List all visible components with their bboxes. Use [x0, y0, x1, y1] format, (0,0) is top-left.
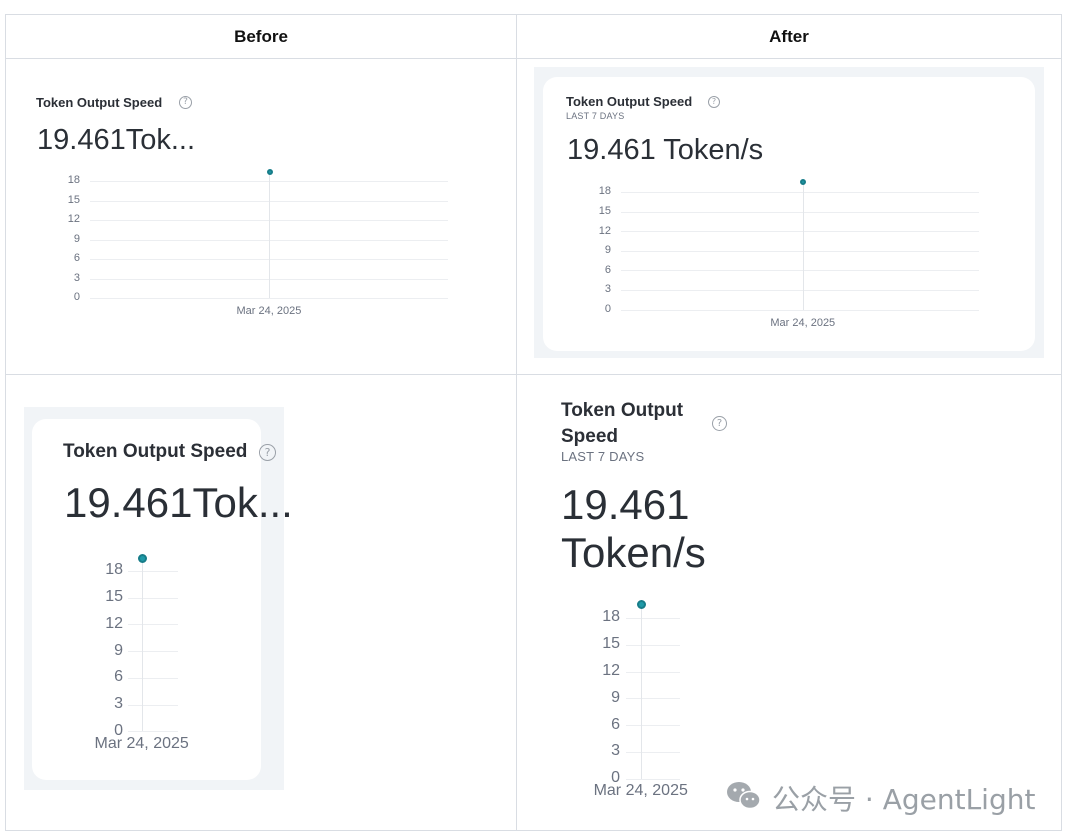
y-gridline — [128, 651, 178, 653]
y-tick-label: 15 — [602, 635, 620, 653]
y-tick-label: 9 — [611, 688, 620, 706]
header-before: Before — [234, 27, 288, 46]
widget-subtitle: LAST 7 DAYS — [561, 449, 645, 464]
metric-value-line-2: Token/s — [561, 529, 706, 576]
y-tick-label: 6 — [604, 263, 611, 276]
widget-card: Token Output Speed ? 19.461Tok... 18 15 12… — [32, 419, 293, 780]
y-tick-label: 18 — [598, 185, 611, 198]
y-gridline — [626, 698, 680, 700]
y-tick-label: 9 — [604, 244, 611, 257]
help-icon[interactable]: ? — [179, 96, 192, 109]
chart-area: 18 15 12 9 6 3 0 Mar 24, 2025 — [584, 600, 749, 810]
y-tick-label: 3 — [611, 742, 620, 760]
point-stem-line — [802, 182, 804, 310]
y-tick-label: 12 — [602, 662, 620, 679]
help-icon[interactable]: ? — [708, 96, 720, 108]
y-gridline — [626, 752, 680, 753]
widget-title-line-1: Token Output — [561, 400, 684, 421]
y-tick-label: 3 — [114, 694, 123, 712]
table-border-mid — [5, 374, 1062, 375]
chart-area: 18 15 12 9 6 3 0 Mar 24, 2025 — [579, 179, 989, 337]
y-gridline — [128, 597, 178, 599]
y-tick-label: 0 — [73, 291, 80, 304]
y-gridline — [128, 704, 178, 706]
y-tick-label: 15 — [598, 205, 611, 217]
y-tick-label: 15 — [105, 588, 123, 606]
data-point[interactable] — [800, 179, 807, 186]
widget-subtitle: LAST 7 DAYS — [566, 111, 625, 121]
header-after: After — [769, 27, 809, 46]
y-tick-label: 12 — [105, 614, 123, 632]
help-icon[interactable]: ? — [259, 444, 276, 461]
y-gridline — [90, 298, 448, 299]
help-icon[interactable]: ? — [712, 416, 727, 431]
y-tick-label: 9 — [114, 641, 123, 659]
y-tick-label: 12 — [67, 213, 80, 226]
table-border-bottom — [5, 830, 1062, 831]
panel-after-wide-bg: Token Output Speed ? LAST 7 DAYS 19.461 … — [534, 67, 1044, 358]
y-tick-label: 6 — [73, 252, 80, 265]
table-border-top — [5, 14, 1062, 15]
data-point[interactable] — [137, 553, 147, 563]
panel-before-narrow-bg: Token Output Speed ? 19.461Tok... 18 15 12… — [24, 407, 293, 790]
y-gridline — [626, 618, 680, 619]
y-tick-label: 3 — [73, 271, 80, 284]
y-gridline — [626, 778, 680, 780]
y-gridline — [128, 677, 178, 679]
table-border-center — [516, 14, 517, 831]
panel-after-narrow: Token Output Speed ? LAST 7 DAYS 19.461 … — [534, 383, 754, 815]
x-tick-label: Mar 24, 2025 — [236, 305, 302, 317]
y-gridline — [626, 644, 680, 646]
y-tick-label: 3 — [604, 283, 611, 296]
metric-value: 19.461Tok... — [64, 479, 293, 526]
x-tick-label: Mar 24, 2025 — [593, 781, 688, 799]
wechat-icon — [726, 780, 762, 812]
y-tick-label: 18 — [602, 608, 620, 626]
y-tick-label: 6 — [611, 715, 620, 733]
point-stem-line — [269, 171, 270, 298]
y-tick-label: 18 — [67, 174, 80, 187]
y-gridline — [621, 270, 979, 272]
y-gridline — [621, 309, 979, 311]
table-border-right — [1061, 14, 1062, 831]
y-tick-label: 18 — [105, 561, 123, 579]
y-tick-label: 15 — [67, 193, 80, 206]
y-tick-label: 9 — [73, 232, 80, 245]
y-gridline — [128, 731, 178, 733]
x-tick-label: Mar 24, 2025 — [94, 735, 189, 753]
x-tick-label: Mar 24, 2025 — [770, 316, 836, 329]
widget-title: Token Output Speed — [566, 94, 693, 109]
y-gridline — [128, 571, 178, 572]
data-point[interactable] — [266, 168, 273, 175]
y-gridline — [621, 231, 979, 233]
watermark-text: 公众号 · AgentLight — [772, 783, 1036, 816]
y-gridline — [128, 624, 178, 626]
widget-title-line-2: Speed — [561, 426, 619, 447]
y-gridline — [626, 671, 680, 673]
y-gridline — [621, 250, 979, 252]
y-gridline — [621, 192, 979, 193]
point-stem-line — [141, 557, 143, 732]
metric-value: 19.461 Token/s — [567, 134, 764, 166]
y-gridline — [621, 211, 979, 213]
chart-area: 18 15 12 9 6 3 0 Mar 24, 2025 — [92, 553, 252, 761]
metric-value-line-1: 19.461 — [561, 481, 690, 528]
metric-value: 19.461Tok... — [37, 124, 195, 156]
widget-title: Token Output Speed — [63, 441, 248, 462]
y-gridline — [626, 725, 680, 727]
data-point[interactable] — [636, 600, 646, 610]
widget-card: Token Output Speed ? LAST 7 DAYS 19.461 … — [543, 77, 1035, 351]
point-stem-line — [640, 604, 642, 779]
y-tick-label: 6 — [114, 668, 123, 686]
chart-area: 18 15 12 9 6 3 0 Mar 24, 2025 — [46, 168, 456, 322]
widget-title: Token Output Speed — [36, 95, 163, 110]
y-tick-label: 12 — [598, 224, 611, 237]
y-gridline — [621, 290, 979, 291]
y-tick-label: 0 — [604, 303, 611, 315]
panel-before-wide: Token Output Speed ? 19.461Tok... 18 15 12… — [6, 59, 516, 374]
